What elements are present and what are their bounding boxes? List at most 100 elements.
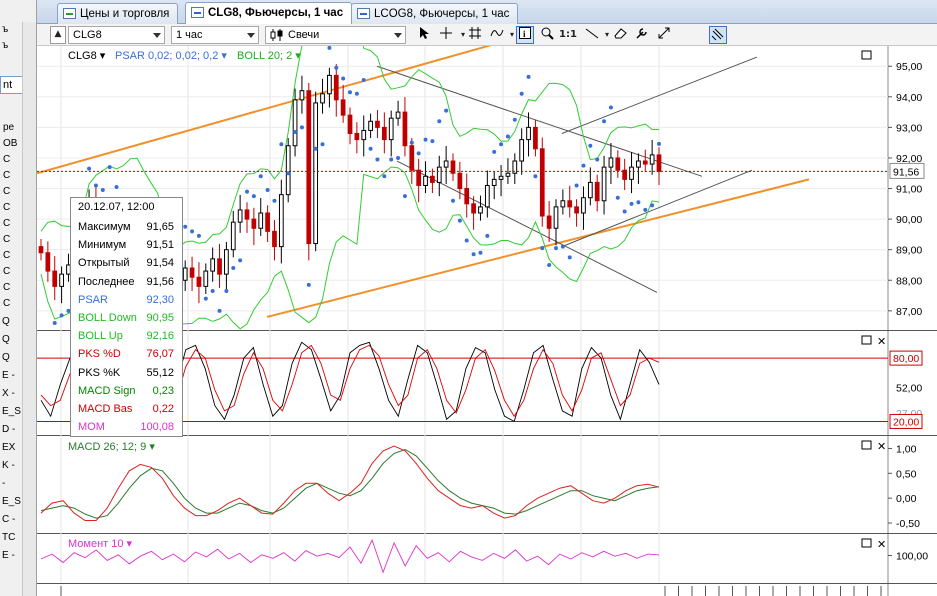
settings-button[interactable] <box>633 26 651 44</box>
psar-dot <box>547 262 552 267</box>
psar-dot <box>464 238 469 243</box>
eraser-button[interactable] <box>611 26 629 44</box>
expand-button[interactable] <box>655 26 673 44</box>
y-tick-label: 89,00 <box>896 245 922 257</box>
tooltip-value: 91,51 <box>146 239 174 252</box>
chart-area[interactable]: 95,00 94,00 93,00 92,00 91,00 90,00 89,00 88,00… <box>37 46 937 596</box>
candle-body <box>533 126 538 150</box>
chart-icon <box>191 7 204 18</box>
tab-clg8-chart[interactable]: CLG8, Фьючерсы, 1 час <box>185 2 353 25</box>
psar-dot <box>560 244 565 249</box>
left-panel-row[interactable]: Q <box>2 334 10 345</box>
psar-dot <box>451 198 455 203</box>
left-panel-row[interactable]: C <box>3 202 10 213</box>
tooltip-key: PKS %K <box>78 366 121 379</box>
left-panel-row[interactable]: TC <box>2 532 15 543</box>
candle-body <box>258 212 264 229</box>
psar-dot <box>224 288 229 293</box>
left-panel-row[interactable]: E - <box>2 550 15 561</box>
one-to-one-button[interactable]: 1:1 <box>559 26 577 44</box>
chevron-down-icon <box>153 33 161 38</box>
left-panel-row[interactable]: C <box>3 266 10 277</box>
main-legend-psar: PSAR 0,02; 0,02; 0,2 ▾ <box>115 50 227 62</box>
psar-dot <box>306 282 311 287</box>
cursor-button[interactable] <box>415 26 433 44</box>
candle-body <box>581 197 586 214</box>
left-panel-row[interactable]: E - <box>2 370 15 381</box>
candle-body <box>361 129 367 141</box>
y-tick-label: 94,00 <box>896 92 922 104</box>
tooltip-key: MOM <box>78 421 105 434</box>
left-panel-row[interactable]: C <box>3 250 10 261</box>
left-panel-row[interactable]: EX <box>2 442 15 453</box>
crosshair-button[interactable] <box>437 26 455 44</box>
zoom-button[interactable] <box>538 26 556 44</box>
chart-type-select[interactable]: Свечи <box>265 26 406 44</box>
psar-dot <box>519 91 524 96</box>
left-panel-row[interactable]: OB <box>3 138 17 149</box>
main-legend-boll: BOLL 20; 2 ▾ <box>237 50 301 62</box>
left-panel-row[interactable]: C <box>3 298 10 309</box>
left-panel-row[interactable]: D - <box>2 424 15 435</box>
left-panel-row[interactable]: C <box>3 234 10 245</box>
tab-lcog8-chart[interactable]: LCOG8, Фьючерсы, 1 час <box>351 3 519 24</box>
left-panel-row[interactable]: X - <box>2 388 15 399</box>
y-tick-label: 93,00 <box>896 122 922 134</box>
tooltip-value: 90,95 <box>146 312 174 324</box>
candle-body <box>656 154 662 172</box>
left-panel-row[interactable]: C <box>3 154 10 165</box>
tooltip-value: 91,65 <box>146 221 174 233</box>
left-panel-row[interactable]: ре <box>3 122 14 133</box>
tooltip-value: 100,08 <box>140 421 174 434</box>
left-panel-row[interactable]: Q <box>2 352 10 363</box>
tooltip-key: MACD Bas <box>78 403 133 415</box>
grid-button[interactable] <box>466 26 484 44</box>
interval-select[interactable]: 1 час <box>171 26 259 44</box>
macd-y-tick-label: 0,00 <box>896 493 917 505</box>
left-panel-row[interactable]: Q <box>2 316 10 327</box>
left-panel-row[interactable]: C <box>3 218 10 229</box>
psar-dot <box>622 209 627 214</box>
psar-dot <box>93 183 98 188</box>
left-panel-row[interactable]: C <box>3 186 10 197</box>
candle-body <box>230 221 236 251</box>
candle-body <box>457 172 463 190</box>
interval-value: 1 час <box>176 29 203 41</box>
psar-dot <box>238 258 243 263</box>
y-tick-label: 91,00 <box>896 184 922 196</box>
left-panel-row[interactable]: C <box>3 170 10 181</box>
tooltip-key: Последнее <box>78 275 135 288</box>
tooltip-key: BOLL Up <box>78 330 123 343</box>
psar-dot <box>279 142 284 147</box>
candle-body <box>484 184 490 208</box>
candle-body <box>320 93 325 104</box>
candle-body <box>251 218 257 229</box>
left-panel-row[interactable]: E_S <box>2 496 21 507</box>
tab-prices-trading[interactable]: Цены и торговля <box>57 3 179 24</box>
collapse-button[interactable]: ▲ <box>50 26 66 44</box>
tooltip-key: Минимум <box>78 239 127 252</box>
tab-bar: Цены и торговля CLG8, Фьючерсы, 1 час LC… <box>37 0 937 25</box>
left-panel-scrollbar[interactable] <box>22 22 36 596</box>
psar-dot <box>533 174 538 179</box>
symbol-select[interactable]: CLG8 <box>68 26 165 44</box>
magnet-button[interactable] <box>709 26 727 44</box>
left-panel-row[interactable]: C <box>3 282 10 293</box>
close-icon: ✕ <box>877 539 886 551</box>
left-panel-row[interactable]: - <box>2 478 5 489</box>
psar-dot <box>423 137 428 142</box>
psar-dot <box>608 105 613 110</box>
psar-dot <box>457 218 462 223</box>
wrench-icon <box>636 28 647 39</box>
psar-dot <box>203 296 208 301</box>
candle-body <box>546 215 552 229</box>
psar-dot <box>361 77 366 82</box>
psar-dot <box>505 134 510 139</box>
psar-dot <box>471 252 476 257</box>
left-panel-row[interactable]: K - <box>2 460 15 471</box>
chevron-down-icon <box>247 33 255 38</box>
left-panel-row[interactable]: C - <box>2 514 15 525</box>
info-button[interactable]: i <box>516 26 534 44</box>
left-panel-row[interactable]: E_S <box>2 406 21 417</box>
tooltip-row: PSAR 92,30 <box>71 291 184 309</box>
